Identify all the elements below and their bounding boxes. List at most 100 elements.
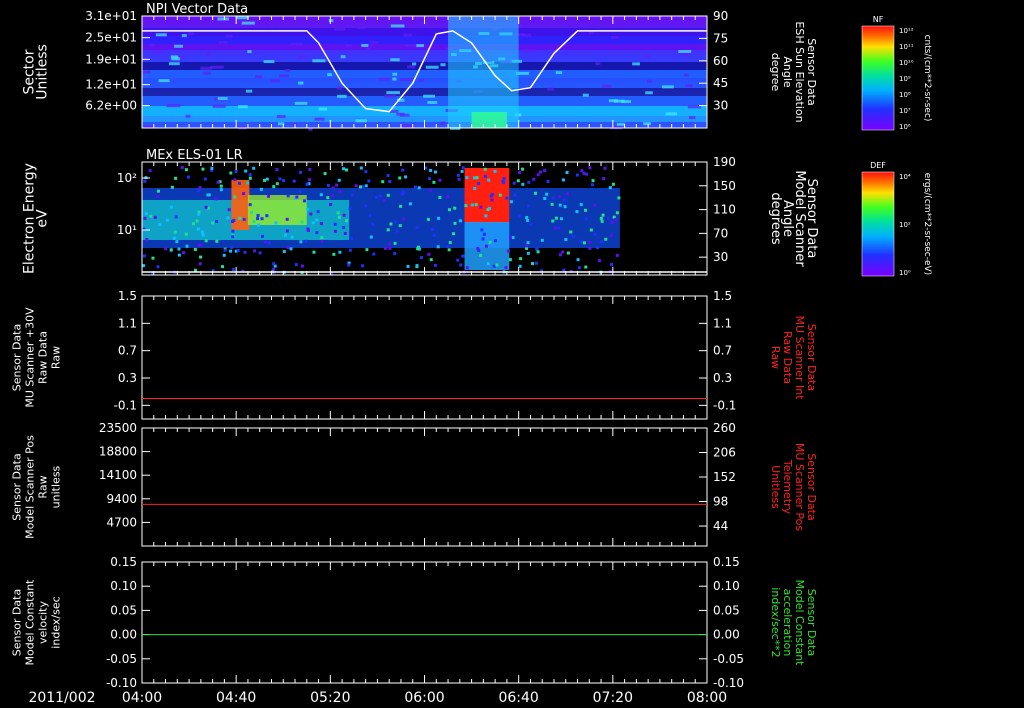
heatmap-cell (252, 219, 256, 223)
heatmap-cell (678, 16, 686, 20)
heatmap-region (471, 112, 507, 128)
heatmap-cell (195, 219, 199, 223)
heatmap-cell (198, 186, 202, 190)
heatmap-cell (555, 71, 563, 75)
heatmap-cell (186, 175, 190, 179)
heatmap-cell (457, 177, 461, 181)
colorbar-tick-label: 10¹² (899, 27, 914, 35)
heatmap-cell (256, 214, 260, 218)
heatmap-cell (232, 268, 236, 272)
heatmap-cell (253, 249, 257, 253)
x-tick-label: 05:20 (310, 690, 350, 706)
heatmap-cell (475, 176, 479, 180)
heatmap-cell (358, 185, 362, 189)
heatmap-cell (177, 253, 181, 257)
y-tick-label: 0.05 (110, 603, 137, 617)
heatmap-cell (170, 185, 174, 189)
heatmap-cell (337, 178, 341, 182)
heatmap-cell (504, 266, 508, 270)
heatmap-cell (611, 182, 615, 186)
heatmap-cell (265, 214, 269, 218)
heatmap-cell (447, 208, 451, 212)
heatmap-cell (547, 87, 554, 91)
heatmap-cell (174, 44, 184, 48)
heatmap-cell (347, 263, 351, 267)
heatmap-cell (561, 178, 565, 182)
heatmap-cell (562, 198, 566, 202)
heatmap-cell (333, 229, 337, 233)
heatmap-cell (488, 206, 492, 210)
heatmap-cell (535, 246, 539, 250)
heatmap-cell (588, 246, 592, 250)
heatmap-cell (204, 239, 208, 243)
heatmap-cell (320, 239, 324, 243)
y2-axis-label: Unitless (769, 465, 782, 509)
colorbar-unit: cnts/(cm**2-sr-sec) (922, 35, 932, 122)
heatmap-cell (473, 187, 477, 191)
heatmap-cell (522, 49, 535, 53)
heatmap-cell (348, 248, 352, 252)
heatmap-cell (647, 79, 653, 83)
heatmap-cell (295, 195, 299, 199)
heatmap-cell (219, 188, 223, 192)
heatmap-cell (316, 210, 320, 214)
heatmap-cell (348, 207, 352, 211)
heatmap-cell (524, 244, 528, 248)
heatmap-cell (483, 167, 487, 171)
x-tick-label: 04:40 (216, 690, 256, 706)
heatmap-cell (291, 42, 303, 46)
x-tick-label: 07:20 (593, 690, 633, 706)
heatmap-cell (142, 70, 151, 74)
y-tick-label: 1.5 (118, 289, 137, 303)
heatmap-cell (168, 62, 180, 66)
heatmap-cell (248, 176, 252, 180)
y-tick-label: 1.2e+01 (85, 78, 137, 92)
heatmap-region (448, 16, 519, 128)
heatmap-cell (400, 192, 404, 196)
heatmap-cell (247, 50, 252, 54)
heatmap-cell (193, 247, 197, 251)
heatmap-cell (148, 169, 152, 173)
y-tick-label: 9400 (106, 492, 137, 506)
y2-tick-label: 30 (713, 250, 728, 264)
heatmap-cell (429, 188, 433, 192)
heatmap-cell (448, 241, 452, 245)
y-axis-label: Sensor Data (11, 453, 24, 520)
heatmap-cell (153, 215, 157, 219)
x-tick-label: 08:00 (687, 690, 727, 706)
heatmap-cell (543, 196, 547, 200)
heatmap-cell (286, 246, 290, 250)
y2-tick-label: -0.1 (713, 398, 736, 412)
y-axis-label: Sensor Data (11, 589, 24, 656)
date-label: 2011/002 (28, 690, 95, 706)
heatmap-cell (306, 207, 310, 211)
heatmap-cell (278, 177, 282, 181)
y2-tick-label: 110 (713, 203, 736, 217)
y-tick-label: 6.2e+00 (85, 99, 137, 113)
heatmap-cell (256, 217, 260, 221)
heatmap-cell (314, 117, 325, 121)
colorbar-tick-label: 10¹¹ (899, 43, 914, 51)
heatmap-cell (200, 66, 212, 70)
heatmap-cell (470, 203, 474, 207)
heatmap-cell (415, 264, 419, 268)
heatmap-cell (275, 168, 279, 172)
heatmap-cell (149, 43, 155, 47)
heatmap-cell (308, 178, 312, 182)
heatmap-cell (290, 235, 294, 239)
heatmap-cell (196, 189, 200, 193)
heatmap-cell (436, 245, 440, 249)
heatmap-cell (215, 239, 219, 243)
heatmap-cell (591, 179, 595, 183)
y2-tick-label: 90 (713, 9, 728, 23)
heatmap-cell (382, 198, 386, 202)
heatmap-cell (320, 236, 324, 240)
heatmap-cell (184, 232, 188, 236)
colorbar-tick-label: 10⁶ (899, 123, 911, 131)
heatmap-cell (564, 238, 568, 242)
heatmap-cell (157, 189, 161, 193)
heatmap-cell (260, 217, 264, 221)
heatmap-cell (248, 203, 252, 207)
heatmap-cell (298, 55, 306, 59)
heatmap-cell (215, 197, 219, 201)
